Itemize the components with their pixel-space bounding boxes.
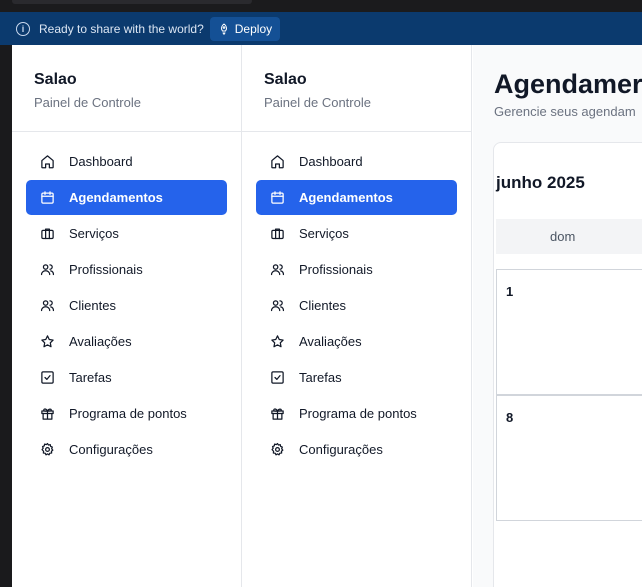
rocket-icon xyxy=(220,23,227,34)
banner-message: Ready to share with the world? xyxy=(39,21,204,36)
sidebar-item-label: Serviços xyxy=(69,226,119,241)
sidebar-item-programa-de-pontos[interactable]: Programa de pontos xyxy=(256,396,457,431)
sidebar-item-profissionais[interactable]: Profissionais xyxy=(26,252,227,287)
sidebar-item-label: Tarefas xyxy=(69,370,112,385)
weekday-header-sunday: dom xyxy=(496,219,642,254)
sidebar-item-configuracoes[interactable]: Configurações xyxy=(256,432,457,467)
sidebar-item-servicos[interactable]: Serviços xyxy=(26,216,227,251)
deploy-banner: i Ready to share with the world? Deploy xyxy=(0,12,642,45)
sidebar-item-label: Avaliações xyxy=(69,334,132,349)
sidebar: Salao Painel de Controle Dashboard Agenda… xyxy=(242,45,472,587)
deploy-button[interactable]: Deploy xyxy=(209,16,281,41)
sidebar-item-avaliacoes[interactable]: Avaliações xyxy=(26,324,227,359)
calendar-icon xyxy=(41,191,54,204)
calendar-day[interactable]: 8 xyxy=(506,410,513,425)
sidebar-item-dashboard[interactable]: Dashboard xyxy=(26,144,227,179)
star-icon xyxy=(271,335,284,348)
page-subtitle: Gerencie seus agendam xyxy=(494,104,636,119)
sidebar-item-agendamentos[interactable]: Agendamentos xyxy=(256,180,457,215)
sidebar: Salao Painel de Controle Dashboard Agenda… xyxy=(12,45,242,587)
sidebar-item-label: Profissionais xyxy=(69,262,143,277)
star-icon xyxy=(41,335,54,348)
checkbox-icon xyxy=(41,371,54,384)
sidebar-item-label: Tarefas xyxy=(299,370,342,385)
sidebar-item-label: Configurações xyxy=(299,442,383,457)
info-icon: i xyxy=(16,21,30,36)
sidebar-item-label: Profissionais xyxy=(299,262,373,277)
gift-icon xyxy=(271,408,284,420)
calendar-day[interactable]: 1 xyxy=(506,284,513,299)
app-title: Salao xyxy=(264,71,307,88)
sidebar-item-avaliacoes[interactable]: Avaliações xyxy=(256,324,457,359)
sidebar-header: Salao Painel de Controle xyxy=(242,45,471,132)
sidebar-item-label: Agendamentos xyxy=(69,190,163,205)
url-bar xyxy=(12,0,252,4)
gear-icon xyxy=(271,442,284,456)
users-icon xyxy=(40,264,55,276)
sidebar-item-tarefas[interactable]: Tarefas xyxy=(256,360,457,395)
sidebar-item-label: Avaliações xyxy=(299,334,362,349)
page-title: Agendamer xyxy=(494,69,642,99)
users-icon xyxy=(270,264,285,276)
left-edge-panel xyxy=(0,45,12,587)
sidebar-item-clientes[interactable]: Clientes xyxy=(26,288,227,323)
sidebar-item-label: Agendamentos xyxy=(299,190,393,205)
sidebar-item-label: Programa de pontos xyxy=(69,406,187,421)
sidebar-item-label: Programa de pontos xyxy=(299,406,417,421)
sidebar-header: Salao Painel de Controle xyxy=(12,45,241,132)
deploy-label: Deploy xyxy=(234,21,273,36)
sidebar-item-clientes[interactable]: Clientes xyxy=(256,288,457,323)
briefcase-icon xyxy=(41,228,54,240)
calendar-week-row[interactable]: 8 xyxy=(496,395,642,521)
app-subtitle: Painel de Controle xyxy=(34,95,141,110)
sidebar-item-agendamentos[interactable]: Agendamentos xyxy=(26,180,227,215)
browser-top-strip xyxy=(0,0,642,12)
calendar-icon xyxy=(271,191,284,204)
sidebar-item-label: Dashboard xyxy=(299,154,363,169)
gift-icon xyxy=(41,408,54,420)
users-icon xyxy=(270,300,285,312)
sidebar-item-configuracoes[interactable]: Configurações xyxy=(26,432,227,467)
sidebar-item-label: Configurações xyxy=(69,442,153,457)
users-icon xyxy=(40,300,55,312)
sidebar-item-label: Dashboard xyxy=(69,154,133,169)
app-title: Salao xyxy=(34,71,77,88)
app-subtitle: Painel de Controle xyxy=(264,95,371,110)
gear-icon xyxy=(41,442,54,456)
calendar-month-label: junho 2025 xyxy=(496,173,585,192)
sidebar-item-label: Clientes xyxy=(299,298,346,313)
calendar-week-row[interactable]: 1 xyxy=(496,269,642,395)
home-icon xyxy=(41,155,54,169)
sidebar-item-tarefas[interactable]: Tarefas xyxy=(26,360,227,395)
briefcase-icon xyxy=(271,228,284,240)
sidebar-nav: Dashboard Agendamentos Serviços Profissiona… xyxy=(242,132,471,467)
sidebar-item-programa-de-pontos[interactable]: Programa de pontos xyxy=(26,396,227,431)
main-content: Agendamer Gerencie seus agendam junho 20… xyxy=(473,45,642,587)
sidebar-item-servicos[interactable]: Serviços xyxy=(256,216,457,251)
sidebar-item-profissionais[interactable]: Profissionais xyxy=(256,252,457,287)
sidebar-item-label: Serviços xyxy=(299,226,349,241)
sidebar-nav: Dashboard Agendamentos Serviços Profissiona… xyxy=(12,132,241,467)
sidebar-item-dashboard[interactable]: Dashboard xyxy=(256,144,457,179)
checkbox-icon xyxy=(271,371,284,384)
app-window: Salao Painel de Controle Dashboard Agenda… xyxy=(12,45,642,587)
home-icon xyxy=(271,155,284,169)
sidebar-item-label: Clientes xyxy=(69,298,116,313)
